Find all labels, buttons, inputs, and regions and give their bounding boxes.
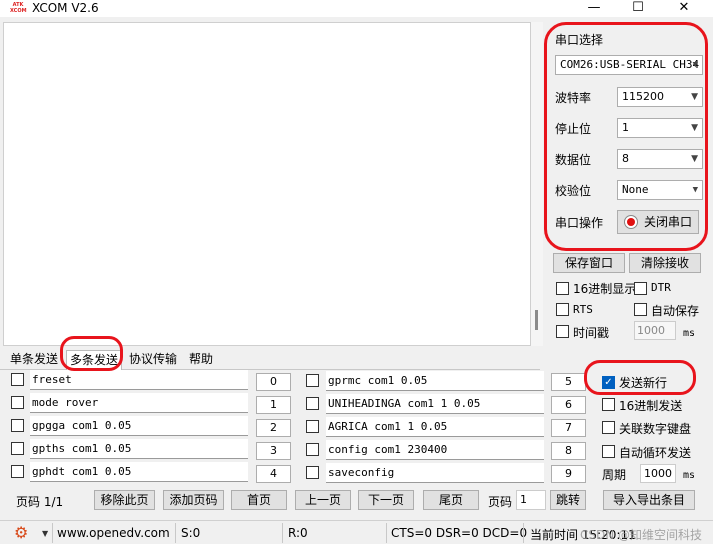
receive-textarea[interactable] — [3, 22, 531, 346]
cmd-send-button-5[interactable]: 5 — [551, 373, 586, 391]
cmd-send-button-4[interactable]: 4 — [256, 465, 291, 483]
add-page-button[interactable]: 添加页码 — [163, 490, 224, 510]
cmd-send-button-7[interactable]: 7 — [551, 419, 586, 437]
annotation-ring-tab — [60, 336, 123, 371]
receive-scrollbar[interactable] — [531, 22, 543, 346]
auto-cycle-checkbox[interactable] — [602, 445, 615, 458]
cmd-input-3[interactable]: gpths com1 0.05 — [30, 439, 248, 459]
hex-display-checkbox[interactable] — [556, 282, 569, 295]
received-count: R:0 — [288, 526, 308, 540]
link-keypad-checkbox[interactable] — [602, 421, 615, 434]
annotation-ring-newline — [584, 360, 696, 395]
jump-button[interactable]: 跳转 — [550, 490, 586, 510]
cmd-checkbox-5[interactable] — [306, 374, 319, 387]
annotation-ring-serial — [544, 22, 708, 251]
period-unit: ms — [683, 470, 696, 481]
minimize-button[interactable]: — — [572, 0, 616, 17]
cmd-send-button-0[interactable]: 0 — [256, 373, 291, 391]
timestamp-checkbox[interactable] — [556, 325, 569, 338]
cmd-send-button-9[interactable]: 9 — [551, 465, 586, 483]
cmd-input-7[interactable]: AGRICA com1 1 0.05 — [326, 417, 544, 437]
cmd-checkbox-2[interactable] — [11, 419, 24, 432]
cmd-send-button-3[interactable]: 3 — [256, 442, 291, 460]
watermark: CSDN @知维空间科技 — [580, 528, 703, 542]
status-separator — [282, 523, 283, 543]
cmd-checkbox-3[interactable] — [11, 442, 24, 455]
cmd-send-button-8[interactable]: 8 — [551, 442, 586, 460]
first-page-button[interactable]: 首页 — [231, 490, 287, 510]
receive-scrollbar-thumb[interactable] — [535, 310, 538, 330]
last-page-button[interactable]: 尾页 — [423, 490, 479, 510]
close-button[interactable]: ✕ — [662, 0, 706, 17]
status-separator — [52, 523, 53, 543]
cmd-input-2[interactable]: gpgga com1 0.05 — [30, 416, 248, 436]
page-input[interactable]: 1 — [516, 490, 546, 510]
tab-help[interactable]: 帮助 — [189, 350, 213, 370]
cmd-checkbox-9[interactable] — [306, 466, 319, 479]
next-page-button[interactable]: 下一页 — [358, 490, 414, 510]
cmd-checkbox-6[interactable] — [306, 397, 319, 410]
import-export-button[interactable]: 导入导出条目 — [603, 490, 695, 510]
app-logo: ATK XCOM — [10, 2, 27, 14]
cmd-input-1[interactable]: mode rover — [30, 393, 248, 413]
hex-send-checkbox[interactable] — [602, 398, 615, 411]
rts-label: RTS — [573, 303, 593, 316]
cmd-send-button-6[interactable]: 6 — [551, 396, 586, 414]
remove-page-button[interactable]: 移除此页 — [94, 490, 155, 510]
cmd-input-0[interactable]: freset — [30, 370, 248, 390]
cmd-input-6[interactable]: UNIHEADINGA com1 1 0.05 — [326, 394, 544, 414]
line-status: CTS=0 DSR=0 DCD=0 — [391, 526, 528, 540]
cmd-input-4[interactable]: gphdt com1 0.05 — [30, 462, 248, 482]
dtr-label: DTR — [651, 281, 671, 294]
cmd-input-9[interactable]: saveconfig — [326, 463, 544, 483]
maximize-button[interactable]: ☐ — [616, 0, 660, 17]
timestamp-label: 时间戳 — [573, 326, 610, 340]
cmd-checkbox-7[interactable] — [306, 420, 319, 433]
period-input[interactable]: 1000 — [640, 464, 676, 483]
chevron-down-icon[interactable]: ▼ — [42, 529, 48, 538]
window-title: XCOM V2.6 — [32, 1, 99, 15]
cmd-checkbox-0[interactable] — [11, 373, 24, 386]
link-keypad-label: 关联数字键盘 — [619, 422, 692, 436]
tab-protocol[interactable]: 协议传输 — [129, 350, 177, 370]
period-label: 周期 — [602, 468, 627, 482]
auto-save-label: 自动保存 — [651, 304, 700, 318]
save-window-button[interactable]: 保存窗口 — [553, 253, 625, 273]
status-separator — [386, 523, 387, 543]
cmd-send-button-1[interactable]: 1 — [256, 396, 291, 414]
hex-send-label: 16进制发送 — [619, 399, 683, 413]
tab-single-send[interactable]: 单条发送 — [10, 350, 58, 370]
cmd-send-button-2[interactable]: 2 — [256, 419, 291, 437]
dtr-checkbox[interactable] — [634, 282, 647, 295]
auto-save-checkbox[interactable] — [634, 303, 647, 316]
cmd-input-8[interactable]: config com1 230400 — [326, 440, 544, 460]
prev-page-button[interactable]: 上一页 — [295, 490, 351, 510]
cmd-checkbox-1[interactable] — [11, 396, 24, 409]
website-link[interactable]: www.openedv.com — [57, 526, 170, 540]
timestamp-unit: ms — [683, 328, 696, 339]
page-info: 页码 1/1 — [16, 495, 64, 509]
status-separator — [523, 523, 524, 543]
hex-display-label: 16进制显示 — [573, 282, 637, 296]
status-separator — [175, 523, 176, 543]
auto-cycle-label: 自动循环发送 — [619, 446, 692, 460]
gear-icon[interactable]: ⚙ — [14, 525, 28, 541]
sent-count: S:0 — [181, 526, 201, 540]
page-label: 页码 — [488, 495, 513, 509]
rts-checkbox[interactable] — [556, 303, 569, 316]
cmd-checkbox-4[interactable] — [11, 465, 24, 478]
clear-receive-button[interactable]: 清除接收 — [629, 253, 701, 273]
cmd-checkbox-8[interactable] — [306, 443, 319, 456]
cmd-input-5[interactable]: gprmc com1 0.05 — [326, 371, 544, 391]
timestamp-input[interactable]: 1000 — [634, 321, 676, 340]
